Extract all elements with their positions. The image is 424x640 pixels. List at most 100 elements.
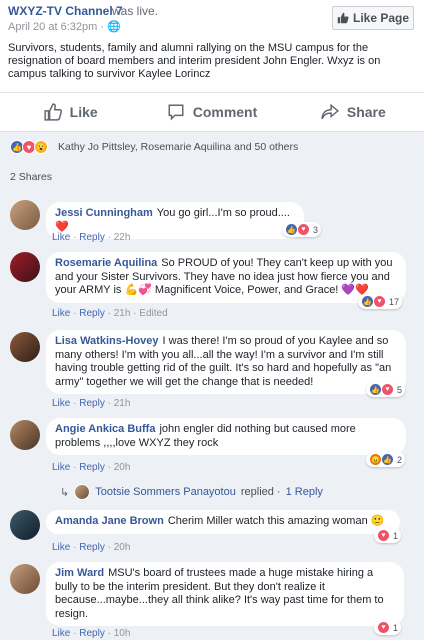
avatar	[74, 484, 91, 500]
love-icon: ♥	[381, 383, 394, 396]
post-action-bar: Like Comment Share	[0, 92, 424, 131]
was-live-label: was live.	[112, 4, 159, 18]
reaction-count: 5	[397, 384, 403, 395]
comment-reply-link[interactable]: Reply	[79, 462, 105, 473]
comment-bubble: Jim Ward MSU's board of trustees made a h…	[46, 562, 404, 626]
comment-author[interactable]: Angie Ankica Buffa	[55, 423, 155, 435]
like-label: Like	[69, 104, 98, 120]
post-timestamp[interactable]: April 20 at 6:32pm · 🌐	[8, 20, 121, 33]
reaction-icons: 👍 ♥ 😮	[10, 140, 48, 154]
comment-age[interactable]: 22h	[114, 232, 131, 243]
thumbs-up-icon	[44, 103, 62, 121]
comment-reaction-badge[interactable]: 👍 ♥ 5	[366, 382, 406, 397]
reactions-summary[interactable]: 👍 ♥ 😮 Kathy Jo Pittsley, Rosemarie Aquil…	[0, 131, 424, 163]
love-icon: ♥	[297, 223, 310, 236]
comment-meta: Like · Reply · 21h · Edited	[52, 308, 168, 319]
love-icon: ♥	[377, 529, 390, 542]
comment-reply-link[interactable]: Reply	[79, 308, 105, 319]
comment-like-link[interactable]: Like	[52, 542, 70, 553]
love-icon: ♥	[373, 295, 386, 308]
comment-author[interactable]: Amanda Jane Brown	[55, 515, 164, 527]
comment-reply-link[interactable]: Reply	[79, 542, 105, 553]
comment-item: Amanda Jane Brown Cherim Miller watch thi…	[0, 506, 424, 556]
comment-button[interactable]: Comment	[141, 103, 282, 121]
wow-icon: 😮	[34, 140, 48, 154]
reaction-count: 3	[313, 224, 319, 235]
comment-meta: Like · Reply · 20h	[52, 462, 131, 473]
comment-text: MSU's board of trustees made a huge mist…	[55, 567, 384, 620]
comment-reply-link[interactable]: Reply	[79, 628, 105, 639]
comment-item: Jim Ward MSU's board of trustees made a h…	[0, 558, 424, 640]
shares-count[interactable]: 2 Shares	[10, 171, 52, 183]
comment-item: Lisa Watkins-Hovey I was there! I'm so pr…	[0, 326, 424, 412]
share-label: Share	[346, 104, 386, 120]
comment-item: Angie Ankica Buffa john engler did nothin…	[0, 414, 424, 476]
post-text: Survivors, students, family and alumni r…	[8, 42, 381, 80]
reaction-count: 2	[397, 454, 403, 465]
shares-bar: 2 Shares	[0, 162, 424, 193]
comment-like-link[interactable]: Like	[52, 462, 70, 473]
comment-like-link[interactable]: Like	[52, 232, 70, 243]
like-icon: 👍	[381, 453, 394, 466]
comment-reply-link[interactable]: Reply	[79, 232, 105, 243]
comment-meta: Like · Reply · 22h	[52, 232, 131, 243]
share-arrow-icon	[321, 103, 339, 120]
comment-author[interactable]: Jim Ward	[55, 567, 104, 579]
comment-meta: Like · Reply · 21h	[52, 398, 131, 409]
comment-reply-link[interactable]: Reply	[79, 398, 105, 409]
comment-age[interactable]: 21h	[114, 308, 131, 319]
avatar[interactable]	[10, 510, 40, 540]
comment-author[interactable]: Lisa Watkins-Hovey	[55, 335, 159, 347]
comment-age[interactable]: 20h	[114, 542, 131, 553]
comment-item: Rosemarie Aquilina So PROUD of you! They …	[0, 248, 424, 324]
avatar[interactable]	[10, 332, 40, 362]
page-name-link[interactable]: WXYZ-TV Channel 7	[8, 4, 123, 18]
edited-label[interactable]: Edited	[139, 308, 167, 319]
comment-like-link[interactable]: Like	[52, 398, 70, 409]
comments-list: Jessi Cunningham You go girl...I'm so pro…	[0, 192, 424, 640]
comment-reaction-badge[interactable]: ♥ 1	[374, 620, 402, 635]
speech-bubble-icon	[168, 104, 184, 121]
comment-bubble: Rosemarie Aquilina So PROUD of you! They …	[46, 252, 406, 303]
replied-label: replied ·	[240, 486, 281, 498]
post-header: WXYZ-TV Channel 7 was live. April 20 at …	[0, 0, 424, 92]
reply-author[interactable]: Tootsie Sommers Panayotou	[95, 486, 236, 498]
reaction-names[interactable]: Kathy Jo Pittsley, Rosemarie Aquilina an…	[58, 141, 298, 153]
avatar[interactable]	[10, 200, 40, 230]
comment-bubble: Amanda Jane Brown Cherim Miller watch thi…	[46, 510, 400, 534]
view-replies-link[interactable]: ↳ Tootsie Sommers Panayotou replied · 1 …	[60, 484, 323, 500]
comment-reaction-badge[interactable]: 👍 ♥ 17	[358, 294, 403, 309]
reply-arrow-icon: ↳	[60, 486, 70, 499]
comment-age[interactable]: 10h	[114, 628, 131, 639]
reaction-count: 1	[393, 530, 399, 541]
thumbs-up-icon	[337, 12, 349, 24]
comment-label: Comment	[192, 104, 258, 120]
comment-reaction-badge[interactable]: ♥ 1	[374, 528, 402, 543]
comment-text: Cherim Miller watch this amazing woman 🙂	[167, 515, 385, 527]
comment-meta: Like · Reply · 10h	[52, 628, 131, 639]
comment-like-link[interactable]: Like	[52, 308, 70, 319]
comment-item: Jessi Cunningham You go girl...I'm so pro…	[0, 196, 424, 246]
like-page-button[interactable]: Like Page	[332, 6, 414, 30]
comment-age[interactable]: 21h	[114, 398, 131, 409]
like-page-label: Like Page	[352, 11, 410, 25]
avatar[interactable]	[10, 252, 40, 282]
comment-like-link[interactable]: Like	[52, 628, 70, 639]
avatar[interactable]	[10, 420, 40, 450]
avatar[interactable]	[10, 564, 40, 594]
comment-author[interactable]: Jessi Cunningham	[55, 207, 153, 219]
share-button[interactable]: Share	[283, 103, 424, 121]
comment-reaction-badge[interactable]: 😠 👍 2	[366, 452, 406, 467]
like-button[interactable]: Like	[0, 103, 141, 121]
comment-age[interactable]: 20h	[114, 462, 131, 473]
reply-count[interactable]: 1 Reply	[286, 486, 323, 498]
comment-author[interactable]: Rosemarie Aquilina	[55, 257, 157, 269]
comment-bubble: Angie Ankica Buffa john engler did nothin…	[46, 418, 406, 455]
reaction-count: 17	[389, 296, 400, 307]
comment-bubble: Lisa Watkins-Hovey I was there! I'm so pr…	[46, 330, 406, 394]
comment-meta: Like · Reply · 20h	[52, 542, 131, 553]
reaction-count: 1	[393, 622, 399, 633]
love-icon: ♥	[377, 621, 390, 634]
comment-reaction-badge[interactable]: 👍 ♥ 3	[282, 222, 322, 237]
globe-icon: 🌐	[107, 21, 121, 33]
